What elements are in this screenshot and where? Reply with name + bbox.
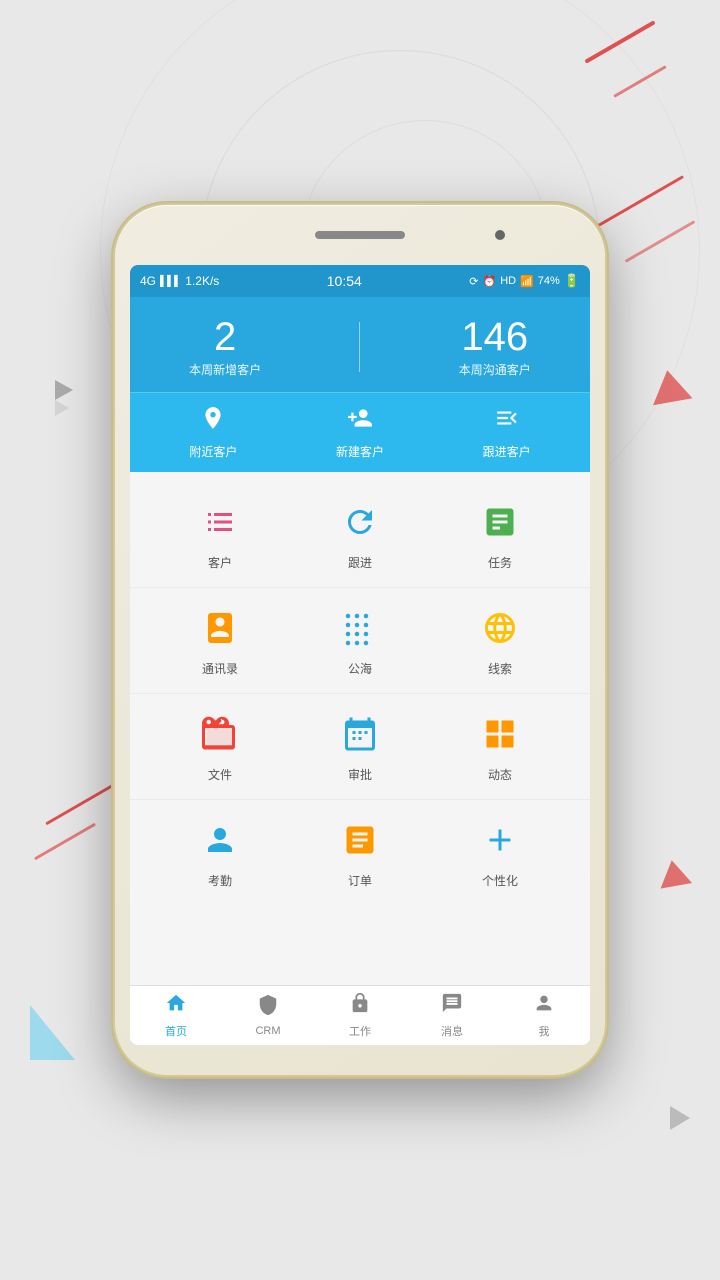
icon-clues[interactable]: 线索 <box>460 604 540 677</box>
files-label: 文件 <box>208 766 232 783</box>
stat-new-number: 2 <box>214 315 236 359</box>
follow-icon <box>494 405 520 437</box>
rotation-icon: ⟳ <box>469 275 478 288</box>
icon-row-2: 通讯录 <box>130 588 590 694</box>
crm-nav-icon <box>257 994 279 1022</box>
nav-home[interactable]: 首页 <box>130 992 222 1039</box>
phone-speaker <box>315 231 405 239</box>
follow-label-main: 跟进 <box>348 554 372 571</box>
bottom-nav: 首页 CRM 工作 <box>130 985 590 1045</box>
crm-nav-label: CRM <box>255 1025 280 1037</box>
public-sea-label: 公海 <box>348 660 372 677</box>
clues-label: 线索 <box>488 660 512 677</box>
icon-public-sea[interactable]: 公海 <box>320 604 400 677</box>
phone-top-bar <box>115 205 605 265</box>
icon-row-3: 文件 审批 <box>130 694 590 800</box>
quick-actions: 附近客户 新建客户 跟进客户 <box>130 392 590 472</box>
task-label: 任务 <box>488 554 512 571</box>
signal-bars: ▌▌▌ <box>160 276 181 287</box>
stat-contacted-customers: 146 本周沟通客户 <box>459 315 531 378</box>
work-nav-label: 工作 <box>349 1023 371 1039</box>
network-speed: 1.2K/s <box>185 274 219 288</box>
nav-message[interactable]: 消息 <box>406 992 498 1039</box>
order-icon-box <box>336 816 384 864</box>
status-right: ⟳ ⏰ HD 📶 74% 🔋 <box>469 273 580 289</box>
icon-order[interactable]: 订单 <box>320 816 400 889</box>
icon-dynamic[interactable]: 动态 <box>460 710 540 783</box>
icon-files[interactable]: 文件 <box>180 710 260 783</box>
battery-percent: 74% <box>538 275 560 287</box>
home-nav-icon <box>165 992 187 1020</box>
hd-label: HD <box>500 275 516 287</box>
dynamic-label: 动态 <box>488 766 512 783</box>
stat-contacted-label: 本周沟通客户 <box>459 361 531 378</box>
new-client-label: 新建客户 <box>336 443 384 460</box>
customer-label: 客户 <box>208 554 232 571</box>
contacts-icon-box <box>196 604 244 652</box>
task-icon-box <box>476 498 524 546</box>
icon-approval[interactable]: 审批 <box>320 710 400 783</box>
quick-action-nearby[interactable]: 附近客户 <box>189 405 237 460</box>
stat-contacted-number: 146 <box>461 315 528 359</box>
icon-task[interactable]: 任务 <box>460 498 540 571</box>
clues-icon-box <box>476 604 524 652</box>
home-nav-label: 首页 <box>165 1023 187 1039</box>
battery-icon: 🔋 <box>564 273 580 289</box>
nav-me[interactable]: 我 <box>498 992 590 1039</box>
icon-follow[interactable]: 跟进 <box>320 498 400 571</box>
nav-crm[interactable]: CRM <box>222 994 314 1037</box>
wifi-icon: 📶 <box>520 275 534 288</box>
phone-camera <box>495 230 505 240</box>
customize-label: 个性化 <box>482 872 518 889</box>
phone-screen: 4G ▌▌▌ 1.2K/s 10:54 ⟳ ⏰ HD 📶 74% 🔋 2 本周新… <box>130 265 590 1045</box>
quick-action-follow[interactable]: 跟进客户 <box>483 405 531 460</box>
nearby-icon <box>200 405 226 437</box>
order-label: 订单 <box>348 872 372 889</box>
me-nav-icon <box>533 992 555 1020</box>
follow-label: 跟进客户 <box>483 443 531 460</box>
icon-row-4: 考勤 订单 个性化 <box>130 800 590 905</box>
attendance-label: 考勤 <box>208 872 232 889</box>
status-bar: 4G ▌▌▌ 1.2K/s 10:54 ⟳ ⏰ HD 📶 74% 🔋 <box>130 265 590 297</box>
status-time: 10:54 <box>327 273 362 289</box>
contacts-label: 通讯录 <box>202 660 238 677</box>
dynamic-icon-box <box>476 710 524 758</box>
icon-contacts[interactable]: 通讯录 <box>180 604 260 677</box>
icon-row-1: 客户 跟进 任务 <box>130 482 590 588</box>
message-nav-label: 消息 <box>441 1023 463 1039</box>
files-icon-box <box>196 710 244 758</box>
icon-attendance[interactable]: 考勤 <box>180 816 260 889</box>
phone-shell: 4G ▌▌▌ 1.2K/s 10:54 ⟳ ⏰ HD 📶 74% 🔋 2 本周新… <box>115 205 605 1075</box>
status-left: 4G ▌▌▌ 1.2K/s <box>140 274 219 288</box>
message-nav-icon <box>441 992 463 1020</box>
follow-icon-box <box>336 498 384 546</box>
nav-work[interactable]: 工作 <box>314 992 406 1039</box>
main-content: 客户 跟进 任务 <box>130 472 590 985</box>
stat-new-customers: 2 本周新增客户 <box>189 315 261 378</box>
approval-label: 审批 <box>348 766 372 783</box>
public-sea-icon-box <box>336 604 384 652</box>
new-client-icon <box>347 405 373 437</box>
attendance-icon-box <box>196 816 244 864</box>
customize-icon-box <box>476 816 524 864</box>
icon-customer[interactable]: 客户 <box>180 498 260 571</box>
me-nav-label: 我 <box>539 1023 550 1039</box>
stat-new-label: 本周新增客户 <box>189 361 261 378</box>
work-nav-icon <box>349 992 371 1020</box>
stat-divider <box>359 322 360 372</box>
header-stats: 2 本周新增客户 146 本周沟通客户 <box>130 297 590 392</box>
network-label: 4G <box>140 274 156 288</box>
quick-action-new-client[interactable]: 新建客户 <box>336 405 384 460</box>
approval-icon-box <box>336 710 384 758</box>
alarm-icon: ⏰ <box>482 275 496 288</box>
nearby-label: 附近客户 <box>189 443 237 460</box>
icon-customize[interactable]: 个性化 <box>460 816 540 889</box>
customer-icon-box <box>196 498 244 546</box>
